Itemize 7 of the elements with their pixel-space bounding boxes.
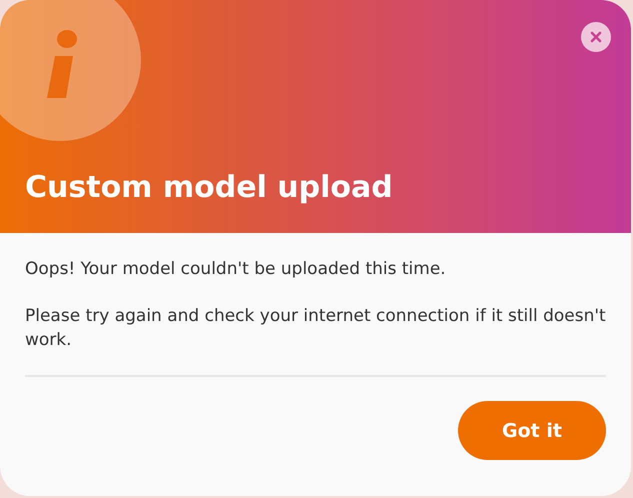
close-button[interactable] (581, 22, 611, 52)
message-text: Please try again and check your internet connection if it still doesn't work. (25, 305, 606, 352)
message-text: Oops! Your model couldn't be uploaded this time. (25, 258, 447, 281)
close-icon (590, 31, 602, 43)
dialog-title: Custom model upload (25, 170, 393, 205)
info-icon (0, 0, 142, 142)
got-it-button[interactable]: Got it (458, 401, 606, 460)
